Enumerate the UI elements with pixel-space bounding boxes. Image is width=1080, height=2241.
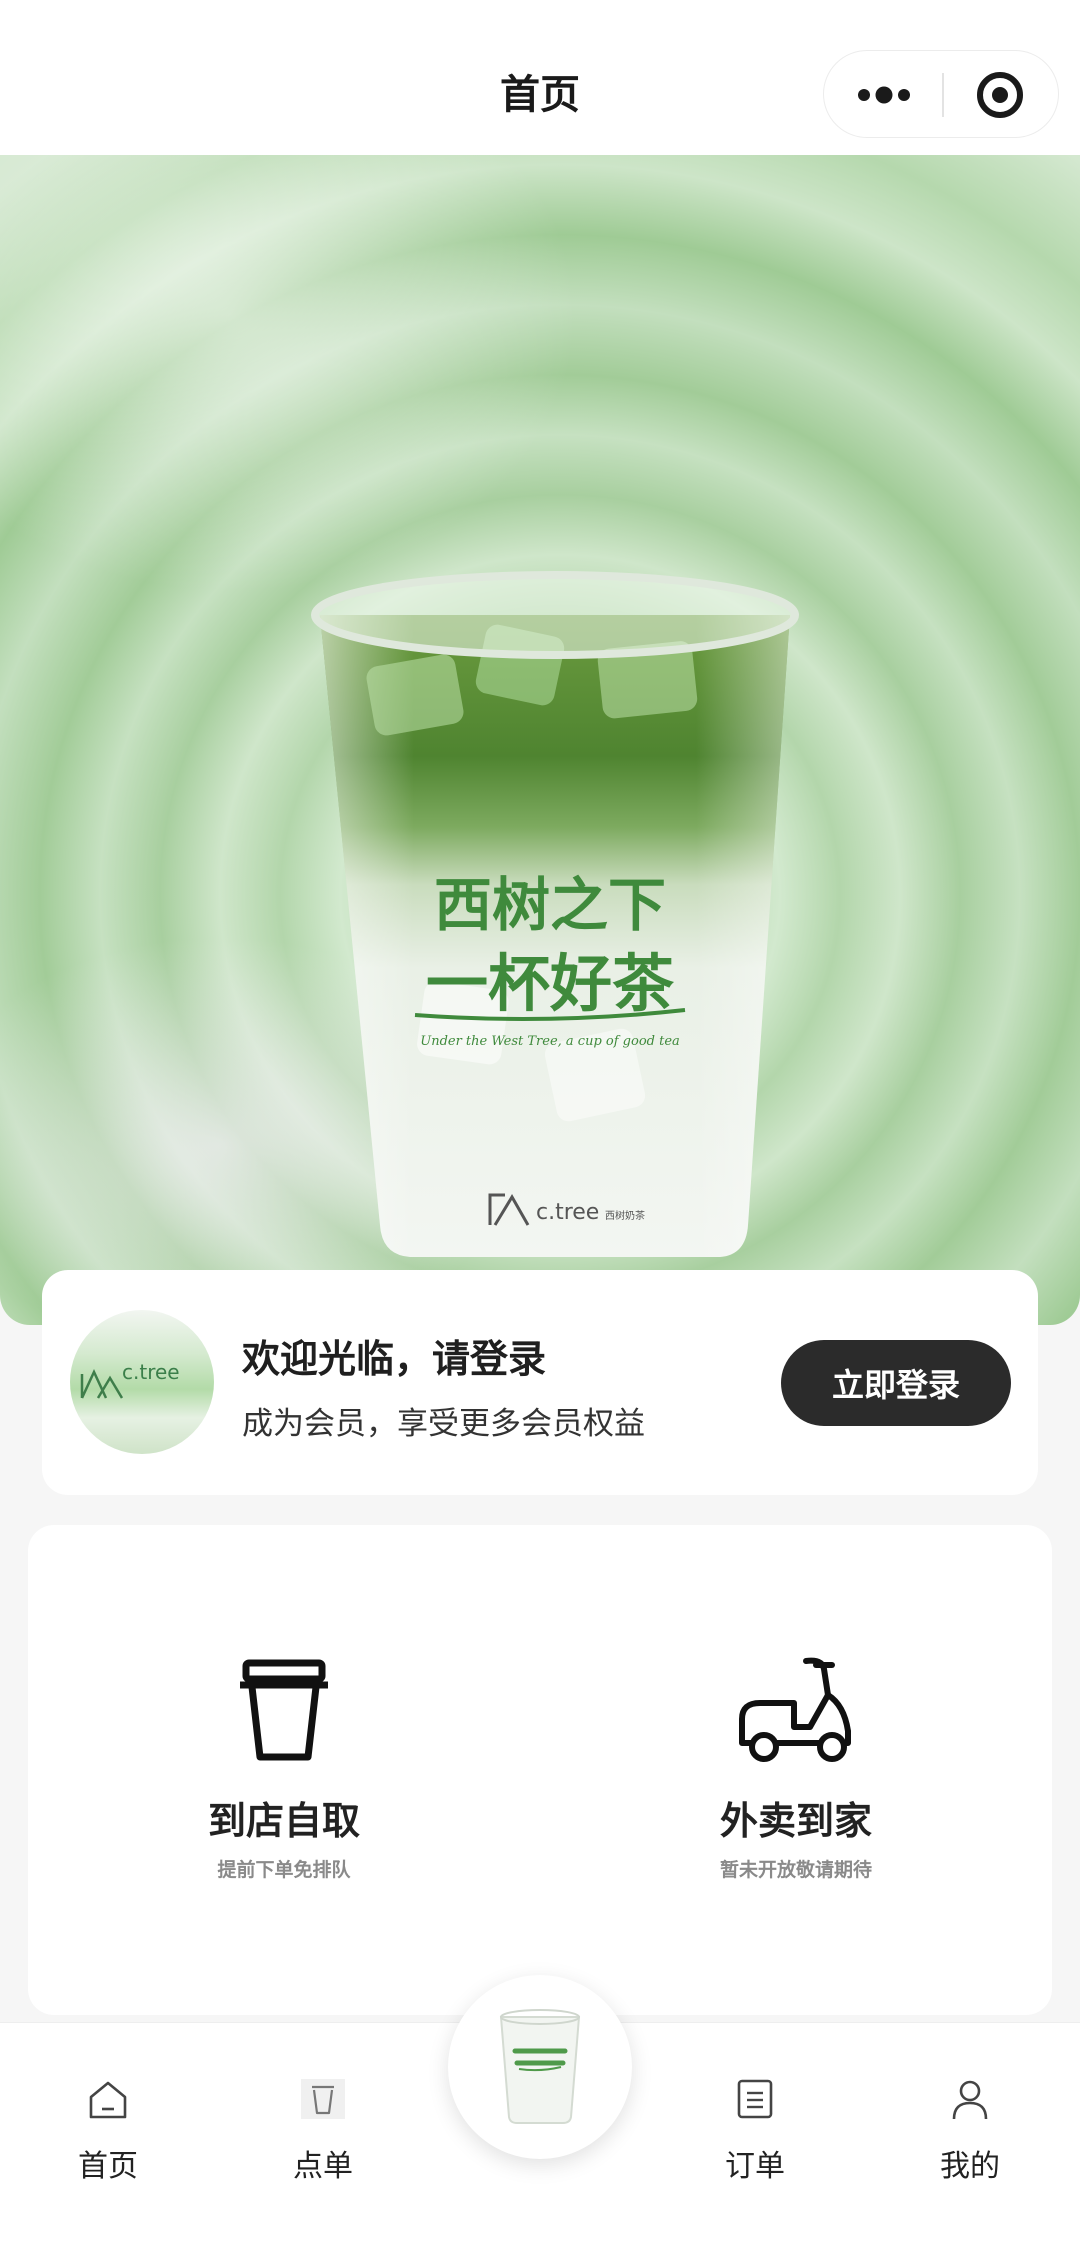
tab-order-menu-label: 点单 (293, 2149, 353, 2184)
tab-profile[interactable]: 我的 (900, 2053, 1040, 2213)
service-options-card: 到店自取 提前下单免排队 外卖到家 暂未开放敬请期待 (28, 1525, 1052, 2015)
cup-brand-cn: 西树奶茶 (605, 1209, 645, 1222)
pickup-title: 到店自取 (207, 1799, 360, 1843)
tab-profile-label: 我的 (940, 2149, 1000, 2184)
ellipsis-icon[interactable] (850, 69, 918, 121)
target-circle-icon[interactable] (966, 69, 1034, 121)
welcome-title: 欢迎光临，请登录 (242, 1337, 547, 1381)
mini-program-capsule (823, 50, 1059, 138)
login-button[interactable]: 立即登录 (781, 1340, 1011, 1426)
avatar[interactable]: c.tree (70, 1310, 214, 1454)
tab-home-label: 首页 (78, 2149, 138, 2184)
tab-home[interactable]: 首页 (38, 2053, 178, 2213)
capsule-divider (942, 73, 944, 117)
cup-tagline: Under the West Tree, a cup of good tea (420, 1034, 680, 1049)
tab-featured-drink[interactable] (448, 1975, 632, 2159)
delivery-option[interactable]: 外卖到家 暂未开放敬请期待 (540, 1525, 1052, 2015)
cup-icon (240, 1659, 328, 1761)
home-icon (89, 2081, 127, 2119)
pickup-desc: 提前下单免排队 (217, 1859, 351, 1881)
tab-orders-label: 订单 (725, 2149, 785, 2184)
cup-brand: c.tree (536, 1200, 599, 1225)
cup-slogan-line2: 一杯好茶 (426, 947, 675, 1020)
delivery-desc: 暂未开放敬请期待 (719, 1859, 872, 1881)
pickup-option[interactable]: 到店自取 提前下单免排队 (28, 1525, 540, 2015)
login-card: c.tree 欢迎光临，请登录 成为会员，享受更多会员权益 立即登录 (42, 1270, 1038, 1495)
avatar-brand-text: c.tree (122, 1360, 180, 1384)
scooter-icon (739, 1657, 851, 1762)
welcome-subtitle: 成为会员，享受更多会员权益 (242, 1406, 645, 1442)
drink-center-icon (499, 2009, 581, 2124)
cup-slogan-line1: 西树之下 (434, 871, 666, 939)
tab-orders[interactable]: 订单 (685, 2053, 825, 2213)
matcha-cup-image: 西树之下 一杯好茶 Under the West Tree, a cup of … (311, 571, 799, 1257)
top-nav-bar: 首页 (0, 0, 1080, 155)
tab-order-menu[interactable]: 点单 (253, 2053, 393, 2213)
delivery-title: 外卖到家 (719, 1799, 872, 1843)
order-list-icon (737, 2079, 773, 2119)
hero-banner[interactable]: 西树之下 一杯好茶 Under the West Tree, a cup of … (0, 155, 1080, 1325)
cup-icon (301, 2079, 345, 2119)
user-icon (952, 2080, 988, 2120)
